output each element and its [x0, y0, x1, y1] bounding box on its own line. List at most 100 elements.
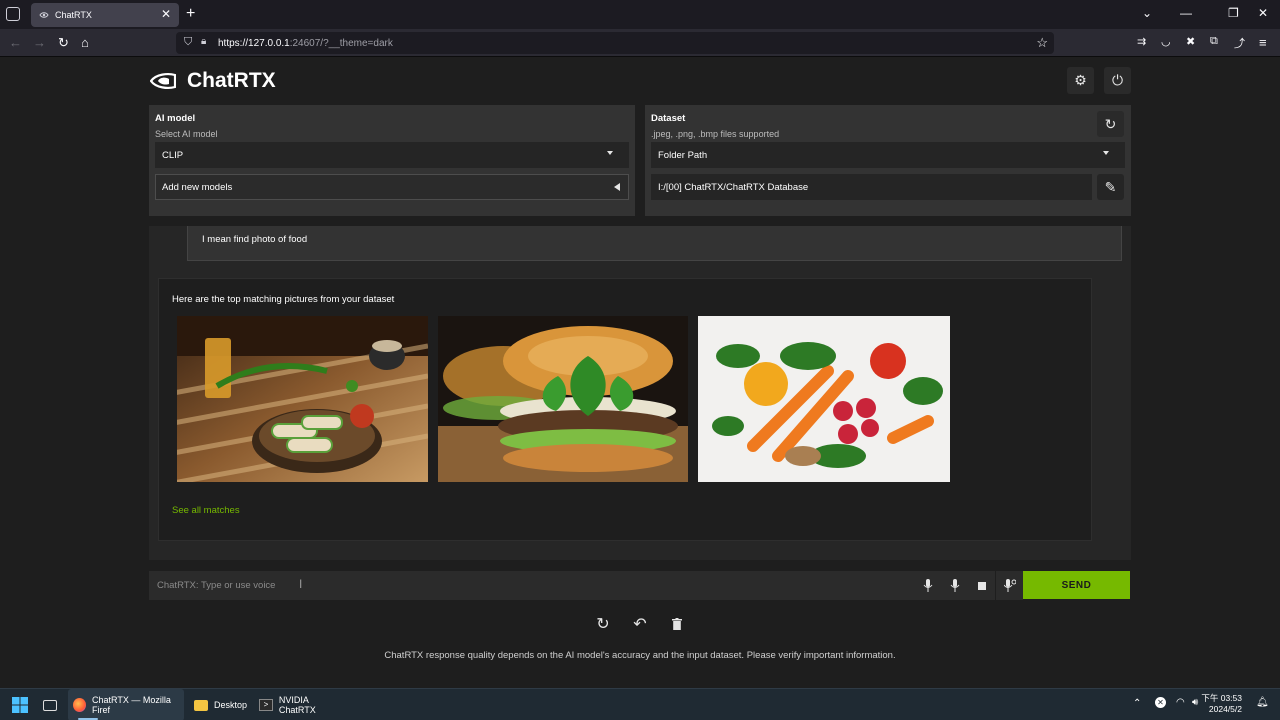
browser-tab-bar: ChatRTX ✕ + ⌄ — ❐ ✕: [0, 0, 1280, 29]
task-view-icon: [43, 699, 57, 711]
task-view-button[interactable]: [43, 689, 63, 720]
power-icon: ⏻: [1111, 72, 1124, 88]
taskbar-terminal-label: NVIDIA ChatRTX: [278, 695, 316, 715]
result-photo-vegetables[interactable]: [698, 316, 950, 482]
back-icon[interactable]: ←: [9, 35, 22, 50]
tab-title: ChatRTX: [55, 10, 92, 20]
bookmark-star-icon[interactable]: ☆: [1036, 35, 1048, 51]
address-bar[interactable]: ⛉ 🔒︎ https://127.0.0.1:24607/?__theme=da…: [176, 32, 1054, 54]
lock-icon[interactable]: 🔒︎: [201, 36, 206, 47]
taskbar-firefox[interactable]: ChatRTX — Mozilla Firef: [68, 689, 184, 720]
tab-overflow-chevron-icon[interactable]: ⌄: [1142, 6, 1152, 20]
clock-date: 2024/5/2: [1208, 704, 1242, 714]
windows-taskbar: ChatRTX — Mozilla Firef Desktop > NVIDIA…: [0, 688, 1280, 720]
stop-button[interactable]: [968, 571, 995, 600]
dataset-subtitle: .jpeg, .png, .bmp files supported: [651, 129, 780, 139]
folder-path-field[interactable]: I:/[00] ChatRTX/ChatRTX Database: [651, 174, 1092, 200]
user-message-bubble: I mean find photo of food: [187, 226, 1122, 261]
settings-button[interactable]: ⚙: [1067, 67, 1094, 94]
result-photo-burger[interactable]: [438, 316, 688, 482]
disclaimer-text: ChatRTX response quality depends on the …: [384, 650, 896, 661]
ai-model-select[interactable]: CLIP: [155, 142, 629, 168]
taskbar-desktop-folder[interactable]: Desktop: [192, 689, 252, 720]
add-new-models-accordion[interactable]: Add new models: [155, 174, 629, 200]
new-tab-icon[interactable]: +: [186, 5, 195, 23]
browser-tab[interactable]: ChatRTX ✕: [31, 3, 179, 27]
menu-hamburger-icon[interactable]: ≡: [1259, 35, 1267, 50]
volume-icon[interactable]: 🔊︎: [1192, 697, 1198, 708]
dataset-panel: Dataset .jpeg, .png, .bmp files supporte…: [645, 105, 1131, 216]
taskbar-clock[interactable]: 下午 03:53 2024/5/2: [1201, 693, 1242, 715]
triangle-left-icon: [614, 183, 620, 191]
chat-input[interactable]: ChatRTX: Type or use voice I: [149, 571, 915, 600]
taskbar-terminal[interactable]: > NVIDIA ChatRTX: [257, 689, 347, 720]
shutdown-button[interactable]: ⏻: [1104, 67, 1131, 94]
firefox-view-icon[interactable]: ⇉: [1137, 35, 1146, 48]
chevron-down-icon: [607, 151, 613, 155]
tray-app-x-icon[interactable]: ✕: [1155, 697, 1166, 708]
result-photo-spring-rolls[interactable]: [177, 316, 428, 482]
close-window-icon[interactable]: ✕: [1258, 6, 1268, 20]
clear-chat-button[interactable]: [664, 612, 690, 636]
undo-button[interactable]: ↶: [627, 612, 653, 636]
bot-message-card: Here are the top matching pictures from …: [158, 278, 1092, 541]
tab-close-icon[interactable]: ✕: [161, 7, 171, 21]
dataset-source-select[interactable]: Folder Path: [651, 142, 1125, 168]
forward-icon[interactable]: →: [33, 35, 46, 50]
chevron-down-icon: [1103, 151, 1109, 155]
folder-icon: [194, 699, 208, 711]
windows-logo-icon: [12, 697, 28, 713]
ai-model-subtitle: Select AI model: [155, 129, 218, 139]
start-button[interactable]: [12, 689, 32, 720]
ai-model-title: AI model: [155, 113, 196, 124]
user-message-text: I mean find photo of food: [202, 234, 308, 245]
browser-nav-bar: ← → ↻ ⌂ ⛉ 🔒︎ https://127.0.0.1:24607/?__…: [0, 29, 1280, 57]
regenerate-button[interactable]: ↻: [590, 612, 616, 636]
url-host: https://127.0.0.1: [218, 37, 290, 49]
wifi-icon[interactable]: ◠: [1176, 697, 1185, 708]
pocket-icon[interactable]: ◡: [1161, 35, 1171, 48]
tab-list-icon[interactable]: [6, 7, 20, 21]
extension-x-icon[interactable]: ✖: [1186, 35, 1195, 48]
nvidia-favicon-icon: [39, 12, 49, 18]
see-all-matches-link[interactable]: See all matches: [172, 505, 240, 516]
microphone-icon: [950, 579, 959, 592]
clock-time: 下午 03:53: [1201, 693, 1242, 703]
refresh-icon: ↻: [596, 616, 610, 633]
chat-input-placeholder: ChatRTX: Type or use voice: [157, 580, 276, 591]
nvidia-logo-icon: [150, 73, 176, 89]
gear-icon: ⚙: [1074, 72, 1087, 88]
taskbar-desktop-label: Desktop: [214, 700, 248, 710]
firefox-icon: [73, 698, 86, 712]
notification-bell-icon[interactable]: 🔔︎: [1256, 697, 1269, 708]
voice-input-button[interactable]: [914, 571, 941, 600]
home-icon[interactable]: ⌂: [81, 35, 89, 50]
folder-path-value: I:/[00] ChatRTX/ChatRTX Database: [658, 181, 809, 193]
tray-overflow-chevron-icon[interactable]: ⌃: [1133, 698, 1141, 709]
tracking-shield-icon[interactable]: ⛉: [184, 36, 192, 49]
stop-icon: [977, 581, 986, 590]
terminal-icon: >: [259, 699, 273, 711]
refresh-dataset-button[interactable]: ↻: [1097, 111, 1124, 137]
taskbar-firefox-label: ChatRTX — Mozilla Firef: [91, 695, 171, 715]
trash-icon: [672, 618, 682, 630]
reload-icon[interactable]: ↻: [58, 35, 69, 51]
extensions-puzzle-icon[interactable]: ⧉: [1210, 35, 1218, 48]
microphone-icon: [923, 579, 932, 592]
microphone-settings-button[interactable]: [996, 571, 1023, 600]
dataset-source-selected: Folder Path: [658, 149, 708, 161]
text-cursor-icon: I: [299, 577, 303, 591]
add-new-models-label: Add new models: [162, 181, 233, 193]
ai-model-panel: AI model Select AI model CLIP Add new mo…: [149, 105, 635, 216]
pencil-icon: ✎: [1104, 178, 1117, 195]
send-button[interactable]: SEND: [1023, 571, 1130, 599]
bot-message-text: Here are the top matching pictures from …: [172, 294, 395, 305]
refresh-icon: ↻: [1104, 115, 1117, 132]
share-icon[interactable]: ⤴: [1234, 35, 1245, 51]
minimize-window-icon[interactable]: —: [1180, 6, 1192, 20]
record-button[interactable]: [941, 571, 968, 600]
restore-window-icon[interactable]: ❐: [1228, 6, 1239, 20]
dataset-title: Dataset: [651, 113, 686, 124]
microphone-settings-icon: [1003, 579, 1016, 592]
edit-path-button[interactable]: ✎: [1097, 174, 1124, 200]
